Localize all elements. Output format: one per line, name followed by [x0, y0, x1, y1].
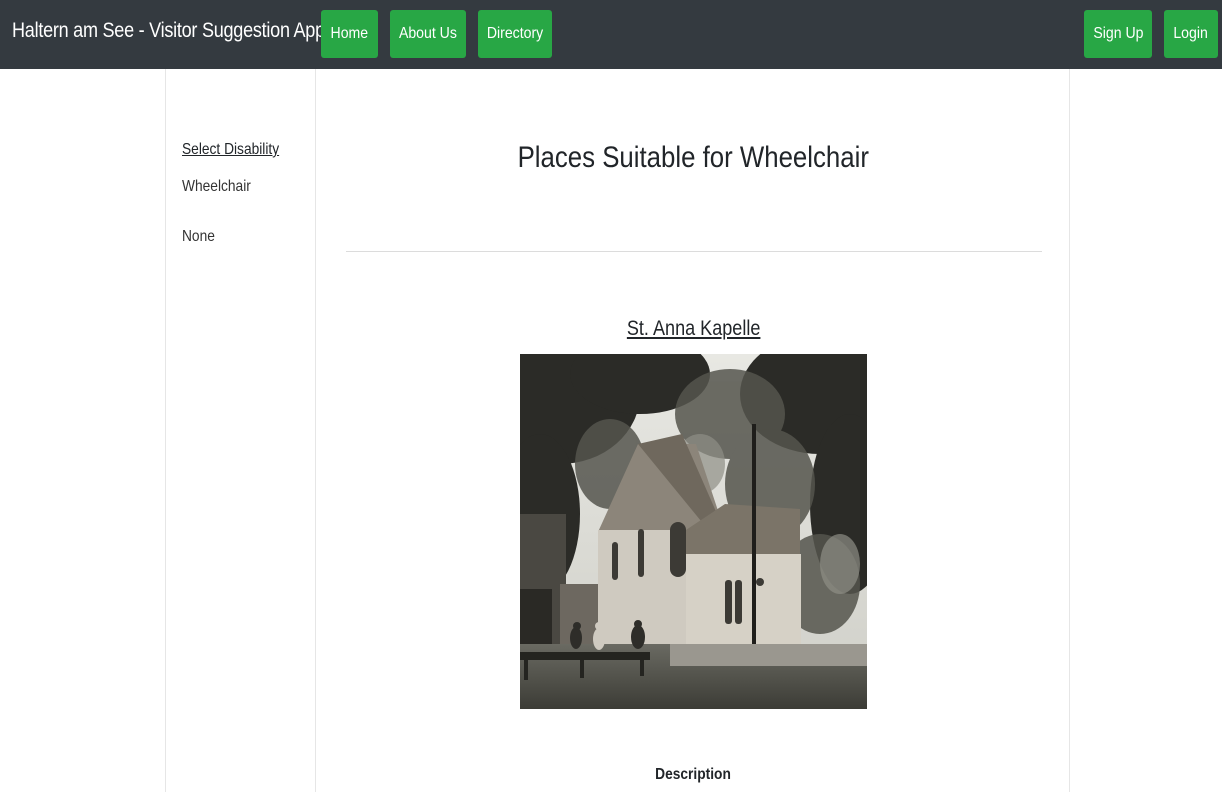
nav-home-label: Home [330, 25, 369, 42]
content-container: Select Disability Wheelchair None Places… [165, 69, 1070, 792]
nav-about-label: About Us [399, 25, 457, 42]
disability-sidebar: Select Disability Wheelchair None [166, 69, 316, 792]
select-disability-heading: Select Disability [182, 141, 280, 158]
sidebar-item-wheelchair[interactable]: Wheelchair [182, 178, 251, 196]
place-title: St. Anna Kapelle [316, 317, 1071, 341]
nav-directory-label: Directory [486, 25, 544, 42]
description-label: Description [316, 766, 1071, 784]
top-navbar: Haltern am See - Visitor Suggestion App … [0, 0, 1222, 69]
title-divider [346, 251, 1042, 252]
place-photo [520, 354, 867, 709]
sign-up-button[interactable]: Sign Up [1084, 10, 1152, 58]
nav-about-button[interactable]: About Us [390, 10, 466, 58]
sidebar-item-none[interactable]: None [182, 228, 215, 246]
nav-directory-button[interactable]: Directory [478, 10, 552, 58]
app-brand[interactable]: Haltern am See - Visitor Suggestion App [12, 19, 325, 43]
nav-home-button[interactable]: Home [321, 10, 378, 58]
description-label-text: Description [655, 766, 732, 783]
page-title-text: Places Suitable for Wheelchair [517, 141, 870, 174]
login-label: Login [1173, 25, 1209, 42]
login-button[interactable]: Login [1164, 10, 1218, 58]
page-title: Places Suitable for Wheelchair [316, 141, 1071, 175]
sign-up-label: Sign Up [1092, 25, 1144, 42]
place-name-link[interactable]: St. Anna Kapelle [627, 317, 761, 341]
